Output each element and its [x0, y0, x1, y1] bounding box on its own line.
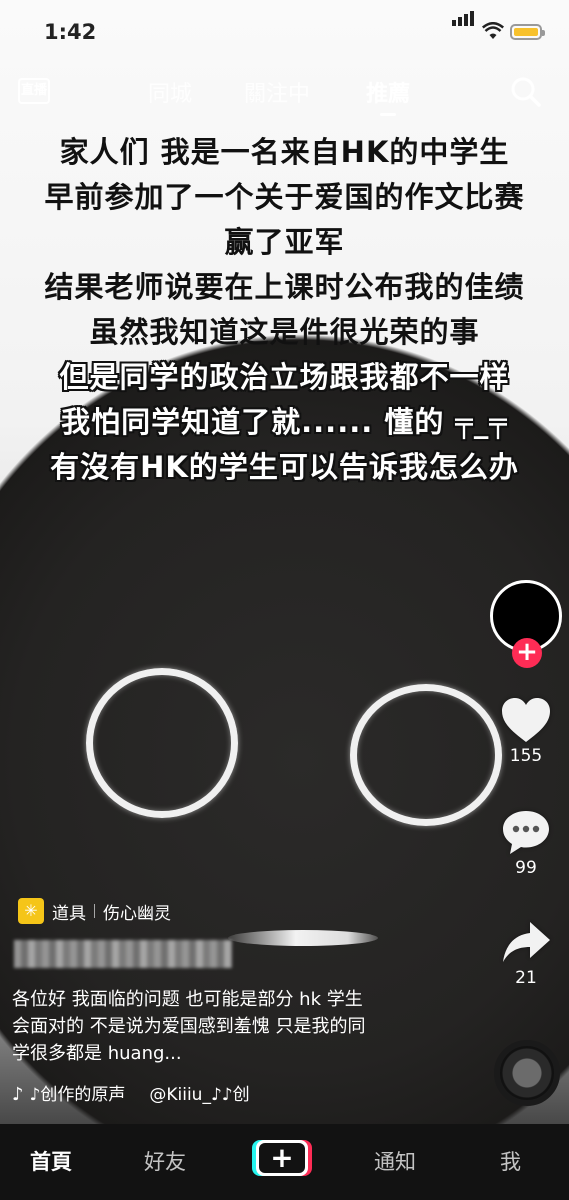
share-button[interactable]: 21: [490, 920, 562, 988]
comment-button[interactable]: 99: [490, 808, 562, 878]
ghost-mouth: [228, 930, 378, 946]
tiktok-note-icon: ♪: [12, 1084, 24, 1105]
overlay-line: 赢了亚军: [224, 225, 345, 259]
ghost-left-eye: [86, 668, 238, 818]
create-button[interactable]: +: [252, 1140, 312, 1176]
video-caption-overlay: 家人们 我是一名来自HK的中学生 早前参加了一个关于爱国的作文比赛 赢了亚军 结…: [0, 130, 569, 490]
music-info[interactable]: ♪ ♪创作的原声 @Kiiiu_♪♪创: [12, 1080, 312, 1106]
overlay-line: 我怕同学知道了就...... 懂的 ╤_╤: [61, 405, 508, 439]
ghost-right-eye: [350, 684, 502, 826]
nav-friends[interactable]: 好友: [144, 1146, 186, 1176]
like-count: 155: [509, 746, 543, 766]
overlay-line: 但是同学的政治立场跟我都不一样: [59, 360, 510, 394]
creator-username-blurred[interactable]: [14, 940, 232, 968]
video-description[interactable]: 各位好 我面临的问题 也可能是部分 hk 学生 会面对的 不是说为爱国感到羞愧 …: [12, 986, 412, 1067]
follow-plus-icon[interactable]: +: [512, 638, 542, 668]
music-author: @Kiiiu_♪♪创: [149, 1085, 250, 1105]
overlay-line: 家人们 我是一名来自HK的中学生: [59, 135, 510, 169]
overlay-line: 有沒有HK的学生可以告诉我怎么办: [50, 450, 519, 484]
comment-count: 99: [515, 858, 537, 878]
effect-icon: ✳: [18, 898, 44, 924]
nav-inbox[interactable]: 通知: [374, 1146, 416, 1176]
nav-home[interactable]: 首頁: [30, 1146, 72, 1176]
search-icon[interactable]: [510, 76, 542, 112]
video-feed-screen: 1:42 直播 同城 關注中 推薦 家人们 我是一名来自HK的中学生 早前参加了…: [0, 0, 569, 1200]
nav-me[interactable]: 我: [500, 1146, 521, 1176]
overlay-line: 虽然我知道这是件很光荣的事: [89, 315, 480, 349]
live-button[interactable]: 直播: [18, 78, 50, 104]
tab-nearby[interactable]: 同城: [148, 76, 192, 108]
battery-icon: [510, 24, 545, 40]
overlay-line: 结果老师说要在上课时公布我的佳绩: [44, 270, 525, 304]
top-nav: 直播 同城 關注中 推薦: [0, 70, 569, 116]
bottom-nav: 首頁 好友 + 通知 我: [0, 1124, 569, 1200]
effect-label: 道具: [52, 903, 86, 924]
overlay-line: 早前参加了一个关于爱国的作文比赛: [44, 180, 525, 214]
music-disc-avatar[interactable]: [494, 1040, 560, 1106]
heart-icon: [502, 698, 550, 742]
create-plus-icon: +: [270, 1141, 294, 1174]
effect-tag[interactable]: ✳ 道具 伤心幽灵: [18, 898, 171, 926]
share-count: 21: [515, 968, 537, 988]
music-title: ♪创作的原声: [29, 1085, 126, 1105]
divider: [94, 904, 95, 918]
description-line: 各位好 我面临的问题 也可能是部分 hk 学生: [12, 989, 363, 1010]
tab-following[interactable]: 關注中: [244, 76, 310, 108]
effect-name: 伤心幽灵: [103, 903, 171, 924]
like-button[interactable]: 155: [490, 696, 562, 766]
share-icon: [503, 922, 550, 962]
status-time: 1:42: [44, 20, 97, 44]
description-line: 会面对的 不是说为爱国感到羞愧 只是我的同: [12, 1016, 366, 1037]
description-line: 学很多都是 huang...: [12, 1043, 182, 1064]
comment-icon: [503, 811, 549, 854]
tab-for-you[interactable]: 推薦: [366, 76, 410, 116]
status-bar: 1:42: [0, 0, 569, 62]
wifi-icon: [482, 22, 504, 44]
